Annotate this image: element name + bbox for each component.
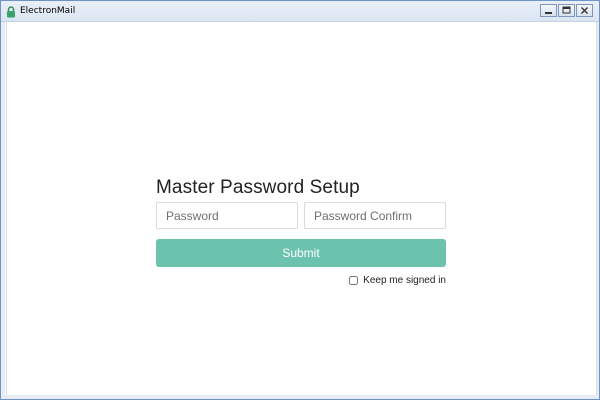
minimize-icon bbox=[545, 12, 552, 14]
keep-signed-in-label: Keep me signed in bbox=[363, 275, 446, 286]
password-input[interactable] bbox=[156, 202, 298, 229]
keep-signed-in-checkbox[interactable] bbox=[349, 276, 359, 285]
window-title: ElectronMail bbox=[20, 6, 76, 16]
password-confirm-input[interactable] bbox=[304, 202, 446, 229]
master-password-form: Master Password Setup Submit Keep me sig… bbox=[156, 176, 446, 286]
password-fields bbox=[156, 202, 446, 229]
app-window: ElectronMail Master Password Setup Submi… bbox=[0, 0, 600, 400]
submit-button[interactable]: Submit bbox=[156, 239, 446, 267]
window-frame-left bbox=[1, 22, 5, 399]
maximize-icon bbox=[562, 6, 571, 14]
lock-icon bbox=[6, 5, 16, 18]
page-title: Master Password Setup bbox=[156, 177, 360, 198]
keep-signed-in-option[interactable]: Keep me signed in bbox=[156, 275, 446, 286]
maximize-button[interactable] bbox=[558, 4, 575, 17]
title-bar[interactable]: ElectronMail bbox=[1, 1, 599, 22]
close-icon bbox=[581, 7, 588, 14]
window-frame-bottom bbox=[1, 395, 599, 399]
close-button[interactable] bbox=[576, 4, 593, 17]
minimize-button[interactable] bbox=[540, 4, 557, 17]
window-controls bbox=[539, 4, 593, 17]
